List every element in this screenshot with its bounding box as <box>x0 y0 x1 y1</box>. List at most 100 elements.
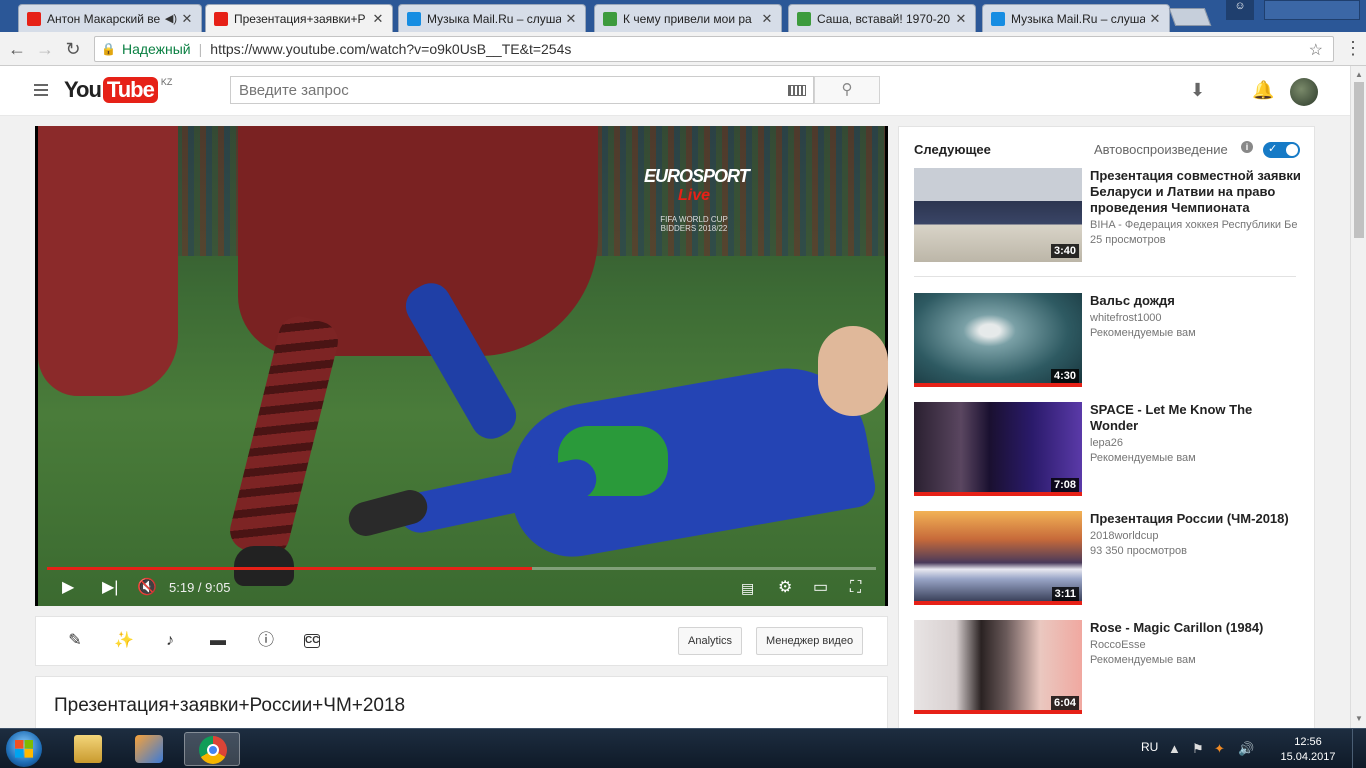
browser-tab[interactable]: Музыка Mail.Ru – слуша ✕ <box>982 4 1170 32</box>
folder-icon <box>74 735 102 763</box>
duration-badge: 7:08 <box>1050 478 1079 492</box>
language-indicator[interactable]: RU <box>1141 740 1158 754</box>
search-button[interactable]: ⚲ <box>814 76 880 104</box>
tray-network-icon[interactable]: ▲ <box>1168 741 1181 756</box>
upload-icon[interactable]: ⬇ <box>1190 80 1205 101</box>
audio-note-icon[interactable]: ♪ <box>161 633 179 649</box>
video-title[interactable]: Презентация России (ЧМ-2018) <box>1090 511 1302 527</box>
tab-close-icon[interactable]: ✕ <box>372 11 384 27</box>
fullscreen-icon[interactable]: ⛶ <box>850 579 861 597</box>
hamburger-menu-icon[interactable] <box>34 84 48 99</box>
back-arrow-icon[interactable]: ← <box>6 38 28 60</box>
video-thumbnail[interactable]: 3:11 <box>914 511 1082 605</box>
next-icon[interactable]: ▶| <box>102 579 118 597</box>
analytics-button[interactable]: Analytics <box>678 627 743 655</box>
video-thumbnail[interactable]: 4:30 <box>914 293 1082 387</box>
windows-taskbar: RU ▲ ⚑ ✦ 🔊 12:56 15.04.2017 <box>0 728 1366 768</box>
info-icon[interactable]: ⓘ <box>257 633 275 649</box>
video-thumbnail[interactable]: 3:40 <box>914 168 1082 262</box>
forward-arrow-icon[interactable]: → <box>34 38 56 60</box>
browser-tab-active[interactable]: Презентация+заявки+Р ✕ <box>205 4 393 32</box>
autoplay-info-icon[interactable]: i <box>1241 141 1253 153</box>
browser-tab[interactable]: Саша, вставай! 1970-20 ✕ <box>788 4 976 32</box>
tab-close-icon[interactable]: ✕ <box>955 11 967 27</box>
video-manager-button[interactable]: Менеджер видео <box>756 627 864 655</box>
user-profile-icon[interactable]: ☺ <box>1226 0 1254 20</box>
logo-tube-text: Tube <box>102 77 158 103</box>
autoplay-toggle[interactable]: ✓ <box>1263 142 1300 158</box>
taskbar-explorer[interactable] <box>60 732 116 766</box>
autoplay-label: Автовоспроизведение <box>1094 142 1228 157</box>
play-icon[interactable]: ▶ <box>62 579 74 597</box>
subtitles-icon[interactable]: ▤ <box>741 579 754 597</box>
bookmark-star-icon[interactable]: ☆ <box>1309 40 1323 60</box>
reload-icon[interactable]: ↻ <box>62 38 84 60</box>
page-scrollbar[interactable]: ▲ ▼ <box>1350 66 1366 728</box>
video-thumbnail[interactable]: 7:08 <box>914 402 1082 496</box>
edit-pencil-icon[interactable]: ✎ <box>66 633 84 649</box>
speaker-icon[interactable]: ◀) <box>165 12 177 25</box>
channel-name: RoccoEsse <box>1090 639 1146 651</box>
region-label: KZ <box>160 77 173 87</box>
suggested-video[interactable]: 3:40 Презентация совместной заявки Белар… <box>914 168 1304 264</box>
window-controls[interactable] <box>1264 0 1360 20</box>
taskbar-media-player[interactable] <box>121 732 177 766</box>
system-clock[interactable]: 12:56 15.04.2017 <box>1276 735 1340 765</box>
notifications-bell-icon[interactable]: 🔔 <box>1252 80 1274 101</box>
youtube-favicon-icon <box>214 11 228 26</box>
browser-tab[interactable]: Антон Макарский ве ◀) ✕ <box>18 4 202 32</box>
tab-close-icon[interactable]: ✕ <box>181 11 193 27</box>
progress-bar[interactable] <box>47 567 876 570</box>
show-desktop-button[interactable] <box>1352 729 1366 768</box>
browser-tab[interactable]: К чему привели мои ра ✕ <box>594 4 782 32</box>
video-frame[interactable]: EUROSPORT Live FIFA WORLD CUP BIDDERS 20… <box>38 126 888 606</box>
video-title[interactable]: Вальс дождя <box>1090 293 1302 309</box>
clock-time: 12:56 <box>1294 736 1322 748</box>
video-thumbnail[interactable]: 6:04 <box>914 620 1082 714</box>
scroll-down-icon[interactable]: ▼ <box>1355 714 1363 723</box>
browser-tab-strip: Антон Макарский ве ◀) ✕ Презентация+заяв… <box>0 0 1366 32</box>
video-title: Презентация+заявки+России+ЧМ+2018 <box>54 695 406 716</box>
keyboard-icon[interactable] <box>788 85 806 96</box>
video-title[interactable]: Rose - Magic Carillon (1984) <box>1090 620 1302 636</box>
search-input[interactable] <box>230 76 814 104</box>
chrome-menu-icon[interactable]: ⋮ <box>1344 38 1362 59</box>
youtube-logo[interactable]: You Tube KZ <box>64 77 172 103</box>
tab-close-icon[interactable]: ✕ <box>761 11 773 27</box>
tab-close-icon[interactable]: ✕ <box>1149 11 1161 27</box>
cc-icon[interactable]: CC <box>304 634 320 648</box>
watched-bar <box>914 710 1082 714</box>
browser-tab[interactable]: Музыка Mail.Ru – слуша ✕ <box>398 4 586 32</box>
video-title[interactable]: SPACE - Let Me Know The Wonder <box>1090 402 1302 434</box>
tray-app-icon[interactable]: ✦ <box>1214 741 1225 757</box>
url-text[interactable]: https://www.youtube.com/watch?v=o9k0UsB_… <box>210 41 571 57</box>
address-bar[interactable]: 🔒 Надежный | https://www.youtube.com/wat… <box>94 36 1334 62</box>
suggested-video[interactable]: 4:30 Вальс дождя whitefrost1000 Рекоменд… <box>914 293 1304 389</box>
new-tab-button[interactable] <box>1168 8 1212 26</box>
duration-badge: 4:30 <box>1050 369 1079 383</box>
video-player[interactable]: EUROSPORT Live FIFA WORLD CUP BIDDERS 20… <box>35 126 888 606</box>
tab-title: Антон Макарский ве <box>47 11 161 26</box>
player-red-left <box>38 126 178 396</box>
mute-icon[interactable]: 🔇 <box>137 579 157 597</box>
settings-gear-icon[interactable]: ⚙ <box>778 579 792 597</box>
volume-icon[interactable]: 🔊 <box>1238 741 1254 757</box>
creator-toolbar: ✎ ✨ ♪ ▬ ⓘ CC Analytics Менеджер видео <box>35 616 888 666</box>
annotations-icon[interactable]: ▬ <box>209 633 227 649</box>
video-title[interactable]: Презентация совместной заявки Беларуси и… <box>1090 168 1302 216</box>
suggested-video[interactable]: 6:04 Rose - Magic Carillon (1984) RoccoE… <box>914 620 1304 716</box>
suggested-video[interactable]: 3:11 Презентация России (ЧМ-2018) 2018wo… <box>914 511 1304 607</box>
watched-bar <box>914 601 1082 605</box>
taskbar-chrome[interactable] <box>184 732 240 766</box>
view-count: 25 просмотров <box>1090 234 1166 246</box>
avatar[interactable] <box>1290 78 1318 106</box>
scroll-up-icon[interactable]: ▲ <box>1355 70 1363 79</box>
sheet-favicon-icon <box>797 11 811 26</box>
start-button[interactable] <box>6 731 42 767</box>
scrollbar-thumb[interactable] <box>1354 82 1364 238</box>
tray-flag-icon[interactable]: ⚑ <box>1192 741 1204 757</box>
suggested-video[interactable]: 7:08 SPACE - Let Me Know The Wonder lepa… <box>914 402 1304 498</box>
tab-close-icon[interactable]: ✕ <box>565 11 577 27</box>
theater-mode-icon[interactable]: ▭ <box>813 579 828 597</box>
enhance-wand-icon[interactable]: ✨ <box>114 633 134 649</box>
